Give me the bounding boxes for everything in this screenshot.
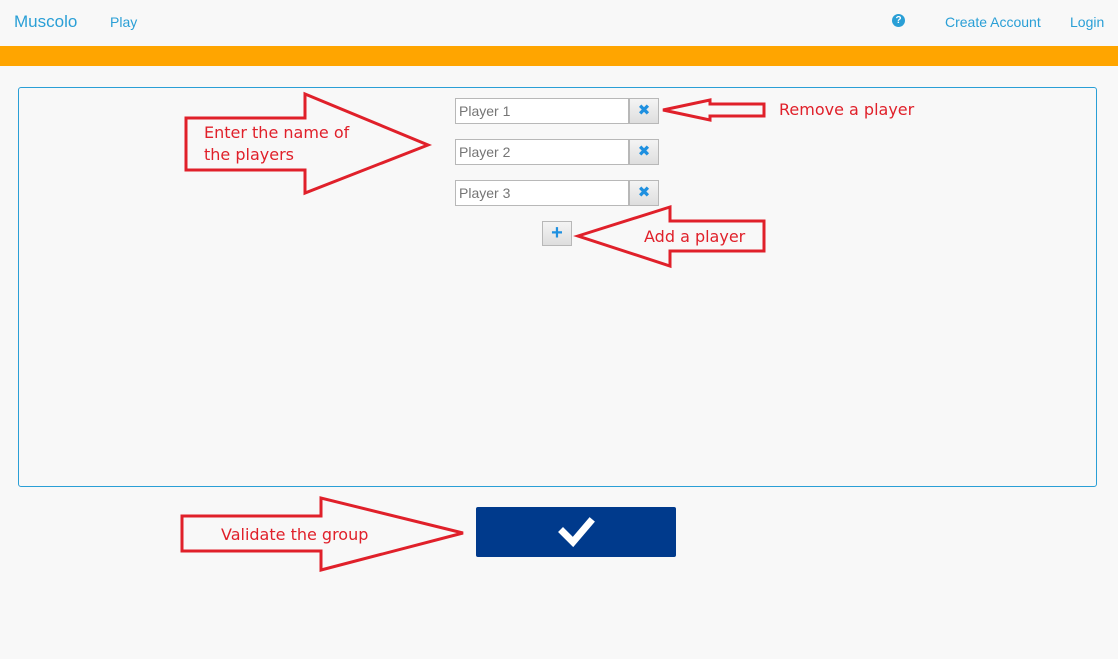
annotation-arrows <box>180 91 766 572</box>
annotation-validate-group: Validate the group <box>221 525 369 544</box>
annotation-enter-names-line1: Enter the name of <box>204 123 350 142</box>
annotation-remove-player: Remove a player <box>779 100 915 119</box>
remove-player-arrow <box>662 98 766 122</box>
annotation-enter-names-line2: the players <box>204 145 294 164</box>
annotation-enter-names: Enter the name of the players <box>204 122 349 166</box>
annotation-add-player: Add a player <box>644 227 746 246</box>
